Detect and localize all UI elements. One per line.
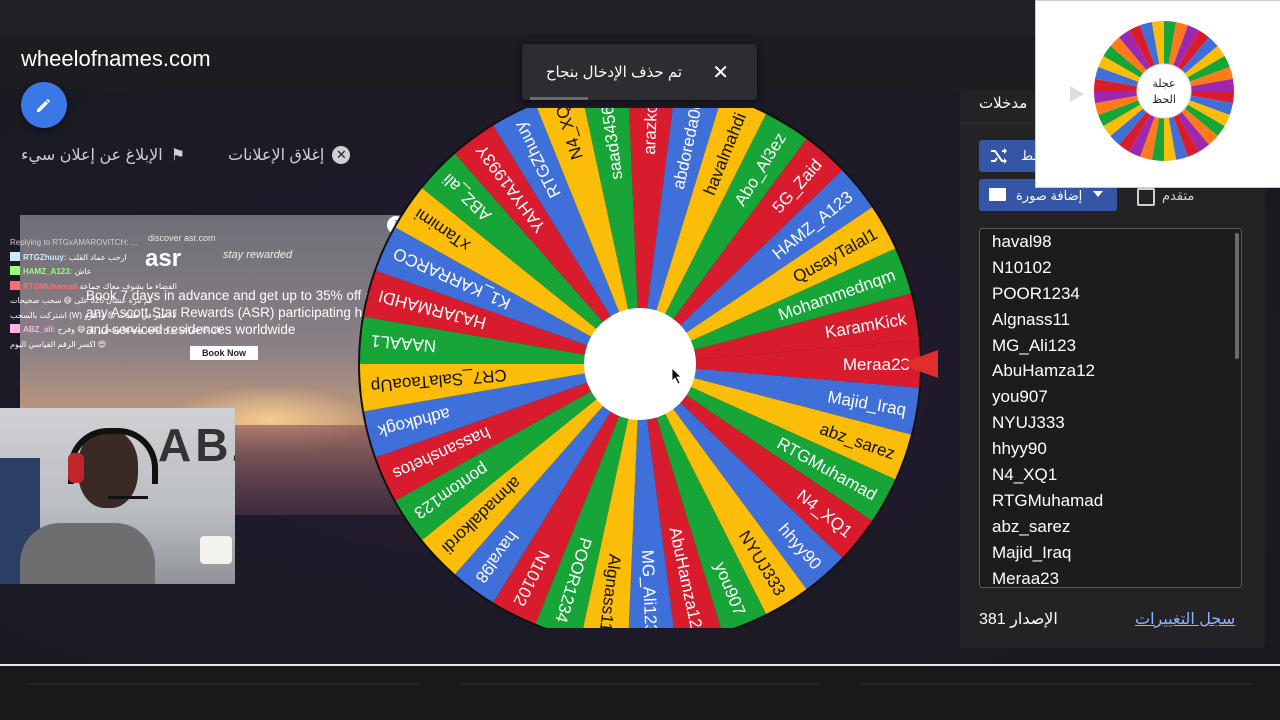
entry-line[interactable]: Meraa23 xyxy=(980,566,1241,587)
chat-message: ABZ_ali: كان الاحتراف يربح تالت وبعدها و… xyxy=(10,323,370,338)
entry-line[interactable]: hhyy90 xyxy=(980,436,1241,462)
entry-line[interactable]: Majid_Iraq xyxy=(980,540,1241,566)
chat-text: كم مرة عشان 325 على 😄 سحب صحيحات xyxy=(10,296,153,305)
microphone-boom xyxy=(108,496,148,499)
chat-text: الفضاء ما بشوف معاك جماعة xyxy=(79,281,177,291)
chat-username: RTGMuhamad xyxy=(23,281,80,291)
chat-text: Replying to RTGxAMAROVITCH: ... xyxy=(10,238,138,247)
pencil-icon xyxy=(37,99,50,112)
headset-earcup xyxy=(68,453,84,483)
toast-close-button[interactable]: ✕ xyxy=(712,60,729,85)
wheel-slice-label: Meraa23 xyxy=(843,355,910,374)
chat-text: اكسر الرقم القياسي اليوم 😍 xyxy=(10,339,107,349)
mini-wheel-overlay: عجلة الحظ xyxy=(1035,0,1280,188)
entry-line[interactable]: haval98 xyxy=(980,229,1241,255)
bottom-bar-segment xyxy=(30,683,420,685)
entries-textarea[interactable]: haval98 N10102 POOR1234 Algnass11 MG_Ali123 A… xyxy=(979,228,1242,588)
chat-badge-icon xyxy=(10,280,20,290)
wheel-center-hub[interactable] xyxy=(584,308,696,420)
chat-message: HAMZ_A123: عاش xyxy=(10,265,370,280)
mini-wheel: عجلة الحظ xyxy=(1094,21,1234,161)
chat-username: RTGZhuuy: xyxy=(23,252,69,262)
name-wheel[interactable]: Meraa23Majid_Iraqabz_sarezRTGMuhamadN4_X… xyxy=(358,108,938,628)
chat-message: كم مرة عشان 325 على 😄 سحب صحيحات xyxy=(10,294,370,309)
advanced-label: متقدم xyxy=(1162,188,1195,203)
entry-line[interactable]: POOR1234 xyxy=(980,281,1241,307)
wheel-slice-label: MG_Ali123 xyxy=(638,549,661,628)
desk-lamp xyxy=(200,536,232,564)
entries-scrollbar[interactable] xyxy=(1235,233,1239,359)
entry-line[interactable]: AbuHamza12 xyxy=(980,358,1241,384)
webcam-person-body xyxy=(20,523,155,584)
close-ads-label: إغلاق الإعلانات xyxy=(228,147,325,164)
entry-line[interactable]: abz_sarez xyxy=(980,514,1241,540)
chevron-down-icon xyxy=(1093,191,1103,197)
report-bad-ad-link[interactable]: ⚑ الإبلاغ عن إعلان سيء xyxy=(21,145,185,165)
entry-line[interactable]: RTGMuhamad xyxy=(980,488,1241,514)
toast-notification: تم حذف الإدخال بنجاح ✕ xyxy=(522,44,757,100)
stream-chat-overlay: Replying to RTGxAMAROVITCH: ... RTGZhuuy:… xyxy=(10,236,370,352)
chat-badge-icon xyxy=(10,266,20,275)
toast-progress xyxy=(530,97,588,100)
flag-icon: ⚑ xyxy=(170,147,186,164)
chat-message: اكسر الرقم القياسي اليوم 😍 xyxy=(10,338,370,353)
entry-line[interactable]: you907 xyxy=(980,384,1241,410)
chat-text: اشتركت بالسحب (W) لا اعتبر في طلبات 😍 وا… xyxy=(10,310,177,320)
entry-line[interactable]: N4_XQ1 xyxy=(980,462,1241,488)
mini-arrow-icon xyxy=(1070,86,1084,102)
chat-message: RTGZhuuy: ارحب عماد القلب xyxy=(10,251,370,266)
entry-line[interactable]: MG_Ali123 xyxy=(980,333,1241,359)
wall-sign-logo: ABZ xyxy=(158,419,235,471)
bottom-bar xyxy=(0,666,1280,720)
entry-line[interactable]: N10102 xyxy=(980,255,1241,281)
chat-badge-icon xyxy=(10,251,20,261)
bottom-bar-segment xyxy=(460,683,820,685)
changelog-link[interactable]: سجل التغييرات xyxy=(1135,609,1235,629)
chat-text: ارحب عماد القلب xyxy=(68,252,127,262)
tab-entries[interactable]: مدخلات xyxy=(979,94,1027,112)
mini-wheel-title: الحظ xyxy=(1152,93,1176,106)
chat-message: RTGMuhamad الفضاء ما بشوف معاك جماعة xyxy=(10,280,370,295)
mini-wheel-title: عجلة xyxy=(1152,77,1175,90)
image-icon xyxy=(989,188,1006,201)
site-title[interactable]: wheelofnames.com xyxy=(21,46,211,72)
chat-username: HAMZ_A123: xyxy=(23,267,75,276)
mini-wheel-hub xyxy=(1136,63,1192,119)
chat-message: اشتركت بالسحب (W) لا اعتبر في طلبات 😍 وا… xyxy=(10,309,370,324)
shuffle-icon xyxy=(991,148,1007,164)
report-bad-ad-label: الإبلاغ عن إعلان سيء xyxy=(21,147,163,164)
chat-badge-icon xyxy=(10,324,20,333)
webcam-overlay: ABZ xyxy=(0,408,235,584)
close-ads-link[interactable]: ✕ إغلاق الإعلانات xyxy=(228,145,351,165)
chat-username: ABZ_ali: xyxy=(23,325,58,334)
chat-text: كان الاحتراف يربح تالت وبعدها ويتحرر نار… xyxy=(57,325,223,334)
chat-message: Replying to RTGxAMAROVITCH: ... xyxy=(10,236,370,251)
edit-button[interactable] xyxy=(21,82,67,128)
chat-text: عاش xyxy=(74,267,92,276)
version-label: الإصدار 381 xyxy=(979,611,1058,628)
toast-message: تم حذف الإدخال بنجاح xyxy=(545,64,682,81)
add-image-label: إضافة صورة xyxy=(1016,188,1083,203)
close-circle-icon: ✕ xyxy=(332,146,351,164)
entry-line[interactable]: NYUJ333 xyxy=(980,410,1241,436)
advanced-checkbox[interactable] xyxy=(1137,188,1155,206)
entry-line[interactable]: Algnass11 xyxy=(980,307,1241,333)
wheel-slice-label: arazko2 xyxy=(640,108,662,155)
bottom-bar-segment xyxy=(860,683,1250,685)
